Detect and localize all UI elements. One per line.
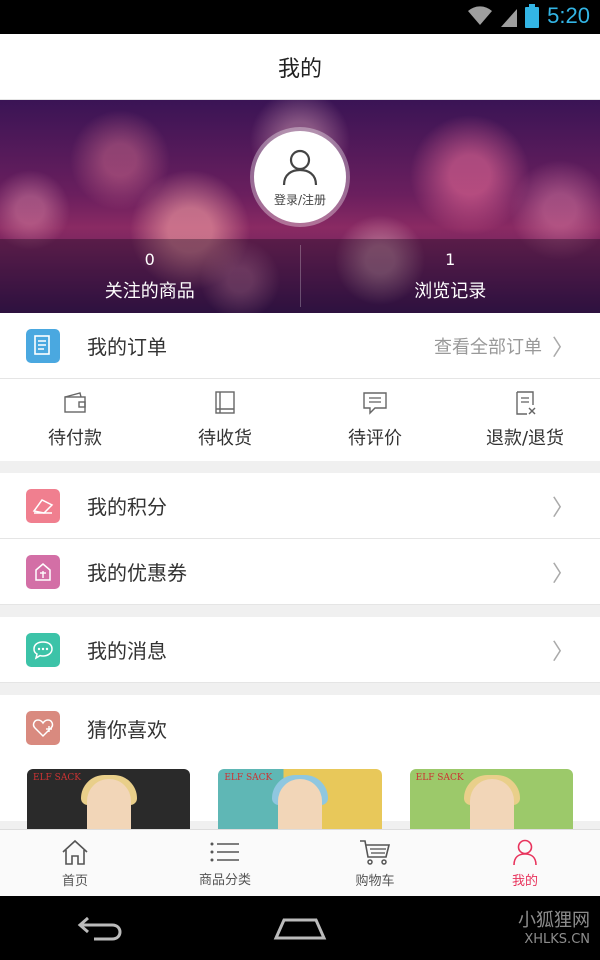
my-coupons-row[interactable]: 我的优惠券 〉 bbox=[0, 539, 600, 605]
watermark-name: 小狐狸网 bbox=[518, 910, 590, 931]
order-status-label: 待收货 bbox=[198, 428, 252, 449]
home-button-icon[interactable] bbox=[272, 914, 328, 942]
tab-categories[interactable]: 商品分类 bbox=[150, 830, 300, 896]
my-orders-row[interactable]: 我的订单 查看全部订单 〉 bbox=[0, 313, 600, 379]
stat-count: 1 bbox=[445, 249, 456, 269]
stat-followed-goods[interactable]: 0 关注的商品 bbox=[0, 239, 300, 313]
order-pending-review[interactable]: 待评价 bbox=[300, 379, 450, 461]
title-bar: 我的 bbox=[0, 34, 600, 100]
order-status-label: 待付款 bbox=[48, 428, 102, 449]
tab-label: 首页 bbox=[61, 873, 88, 889]
app-screen: 我的 登录/注册 0 关注的商品 1 浏览记录 我的订单 查看全部订单 〉 待付… bbox=[0, 34, 600, 896]
product-model bbox=[469, 779, 514, 829]
product-brand: ELF SACK bbox=[224, 773, 273, 783]
avatar[interactable]: 登录/注册 bbox=[254, 131, 346, 223]
profile-stats: 0 关注的商品 1 浏览记录 bbox=[0, 239, 600, 313]
refund-doc-icon bbox=[516, 391, 536, 415]
my-orders-label: 我的订单 bbox=[87, 335, 167, 359]
signal-icon bbox=[501, 9, 518, 27]
tab-label: 商品分类 bbox=[198, 872, 251, 888]
order-pending-payment[interactable]: 待付款 bbox=[0, 379, 150, 461]
view-all-orders-link[interactable]: 查看全部订单 bbox=[434, 333, 542, 359]
book-icon bbox=[215, 391, 235, 414]
messages-icon bbox=[26, 632, 60, 667]
order-status-bar: 待付款 待收货 待评价 退款/退货 bbox=[0, 379, 600, 461]
tab-home[interactable]: 首页 bbox=[0, 830, 150, 896]
person-icon bbox=[282, 149, 318, 185]
bottom-tab-bar: 首页 商品分类 购物车 我的 bbox=[0, 829, 600, 896]
my-points-row[interactable]: 我的积分 〉 bbox=[0, 473, 600, 539]
orders-icon bbox=[26, 328, 60, 363]
comment-icon bbox=[363, 392, 387, 415]
chevron-right-icon: 〉 bbox=[551, 335, 574, 361]
coupons-icon bbox=[26, 554, 60, 589]
status-icons: 5:20 bbox=[467, 3, 590, 29]
recommend-label: 猜你喜欢 bbox=[87, 717, 167, 742]
home-icon bbox=[62, 839, 88, 865]
back-icon[interactable] bbox=[74, 913, 124, 943]
chevron-right-icon: 〉 bbox=[551, 495, 574, 521]
order-pending-receipt[interactable]: 待收货 bbox=[150, 379, 300, 461]
person-icon bbox=[513, 839, 537, 865]
product-card[interactable]: ELF SACK bbox=[27, 769, 191, 829]
product-brand: ELF SACK bbox=[33, 773, 81, 783]
wallet-icon bbox=[64, 392, 86, 413]
product-card[interactable]: ELF SACK bbox=[409, 769, 573, 829]
product-model bbox=[87, 779, 131, 829]
product-model bbox=[278, 779, 323, 829]
my-messages-row[interactable]: 我的消息 〉 bbox=[0, 617, 600, 683]
order-status-label: 退款/退货 bbox=[485, 428, 565, 449]
stat-browse-history[interactable]: 1 浏览记录 bbox=[301, 239, 600, 313]
stat-count: 0 bbox=[144, 249, 155, 269]
status-time: 5:20 bbox=[547, 3, 590, 28]
cart-icon bbox=[360, 839, 391, 865]
chevron-right-icon: 〉 bbox=[551, 639, 574, 665]
order-refund-return[interactable]: 退款/退货 bbox=[450, 379, 600, 461]
my-messages-label: 我的消息 bbox=[87, 639, 167, 663]
status-bar: 5:20 bbox=[0, 0, 600, 34]
wifi-icon bbox=[468, 6, 493, 25]
system-nav-bar: 小狐狸网 XHLKS.CN bbox=[0, 896, 600, 960]
product-brand: ELF SACK bbox=[415, 773, 464, 783]
login-register-label: 登录/注册 bbox=[273, 192, 327, 207]
battery-icon bbox=[525, 4, 540, 28]
my-points-label: 我的积分 bbox=[87, 495, 167, 519]
tab-mine[interactable]: 我的 bbox=[450, 830, 600, 896]
product-list: ELF SACK ELF SACK ELF SACK bbox=[0, 761, 600, 829]
recommend-row: 猜你喜欢 bbox=[0, 695, 600, 761]
my-coupons-label: 我的优惠券 bbox=[87, 561, 187, 585]
points-icon bbox=[26, 488, 60, 523]
tab-cart[interactable]: 购物车 bbox=[300, 830, 450, 896]
login-avatar-button[interactable]: 登录/注册 bbox=[250, 127, 350, 227]
stat-label: 浏览记录 bbox=[414, 280, 487, 302]
heart-icon bbox=[26, 711, 60, 745]
list-icon bbox=[210, 842, 239, 861]
chevron-right-icon: 〉 bbox=[551, 561, 574, 587]
watermark: 小狐狸网 XHLKS.CN bbox=[518, 906, 590, 947]
product-card[interactable]: ELF SACK bbox=[218, 769, 382, 829]
tab-label: 购物车 bbox=[355, 873, 395, 889]
profile-banner: 登录/注册 0 关注的商品 1 浏览记录 bbox=[0, 100, 600, 313]
stat-label: 关注的商品 bbox=[104, 280, 195, 302]
page-title: 我的 bbox=[277, 56, 322, 82]
tab-label: 我的 bbox=[511, 873, 538, 889]
order-status-label: 待评价 bbox=[348, 428, 402, 449]
watermark-url: XHLKS.CN bbox=[524, 932, 590, 947]
